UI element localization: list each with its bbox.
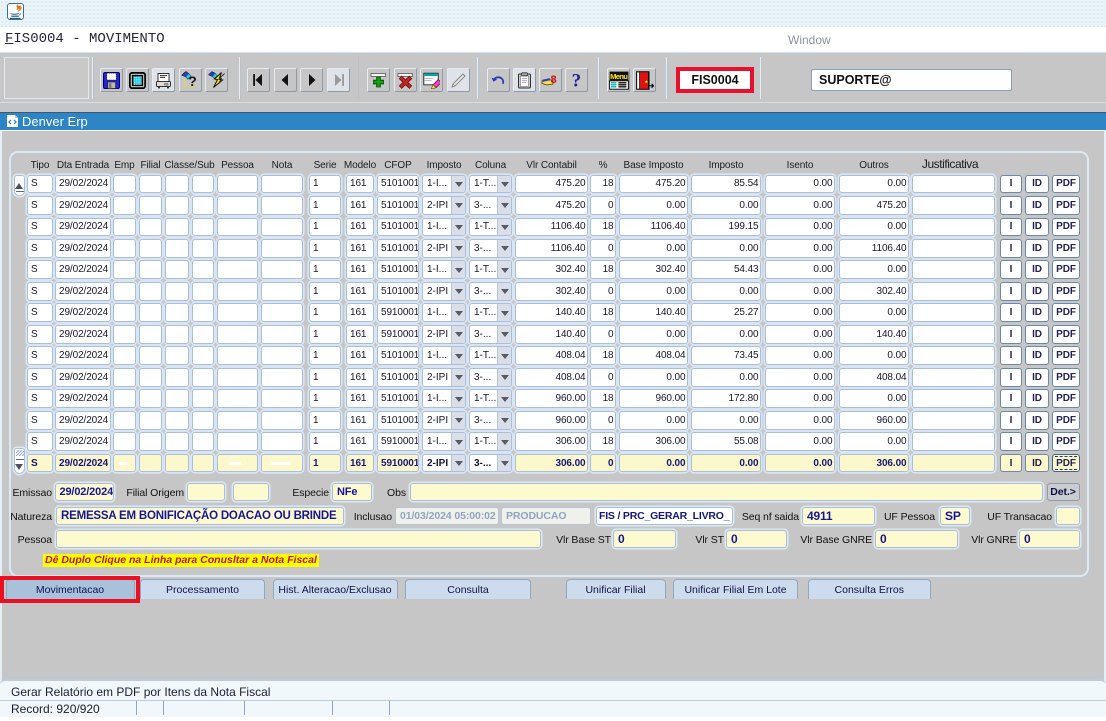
svg-text:Menu: Menu [610, 71, 628, 80]
svg-text:?: ? [188, 73, 197, 89]
svg-text:?: ? [571, 71, 581, 89]
svg-text:8: 8 [551, 74, 557, 86]
